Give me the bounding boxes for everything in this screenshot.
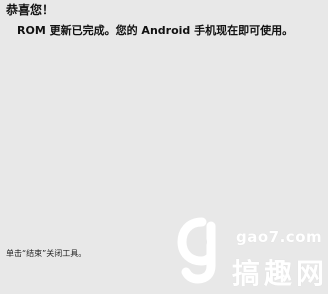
congratulations-title: 恭喜您！: [6, 3, 55, 17]
update-complete-panel: 恭喜您！ ROM 更新已完成。您的 Android 手机现在即可使用。 单击“结…: [0, 0, 328, 294]
click-finish-hint: 单击“结束”关闭工具。: [6, 249, 87, 258]
watermark: gao7.com 搞趣网: [172, 214, 324, 292]
watermark-site-name: 搞趣网: [232, 257, 328, 290]
rom-update-complete-message: ROM 更新已完成。您的 Android 手机现在即可使用。: [17, 24, 294, 37]
watermark-url: gao7.com: [236, 228, 323, 246]
gao7-logo-icon: [177, 217, 216, 284]
